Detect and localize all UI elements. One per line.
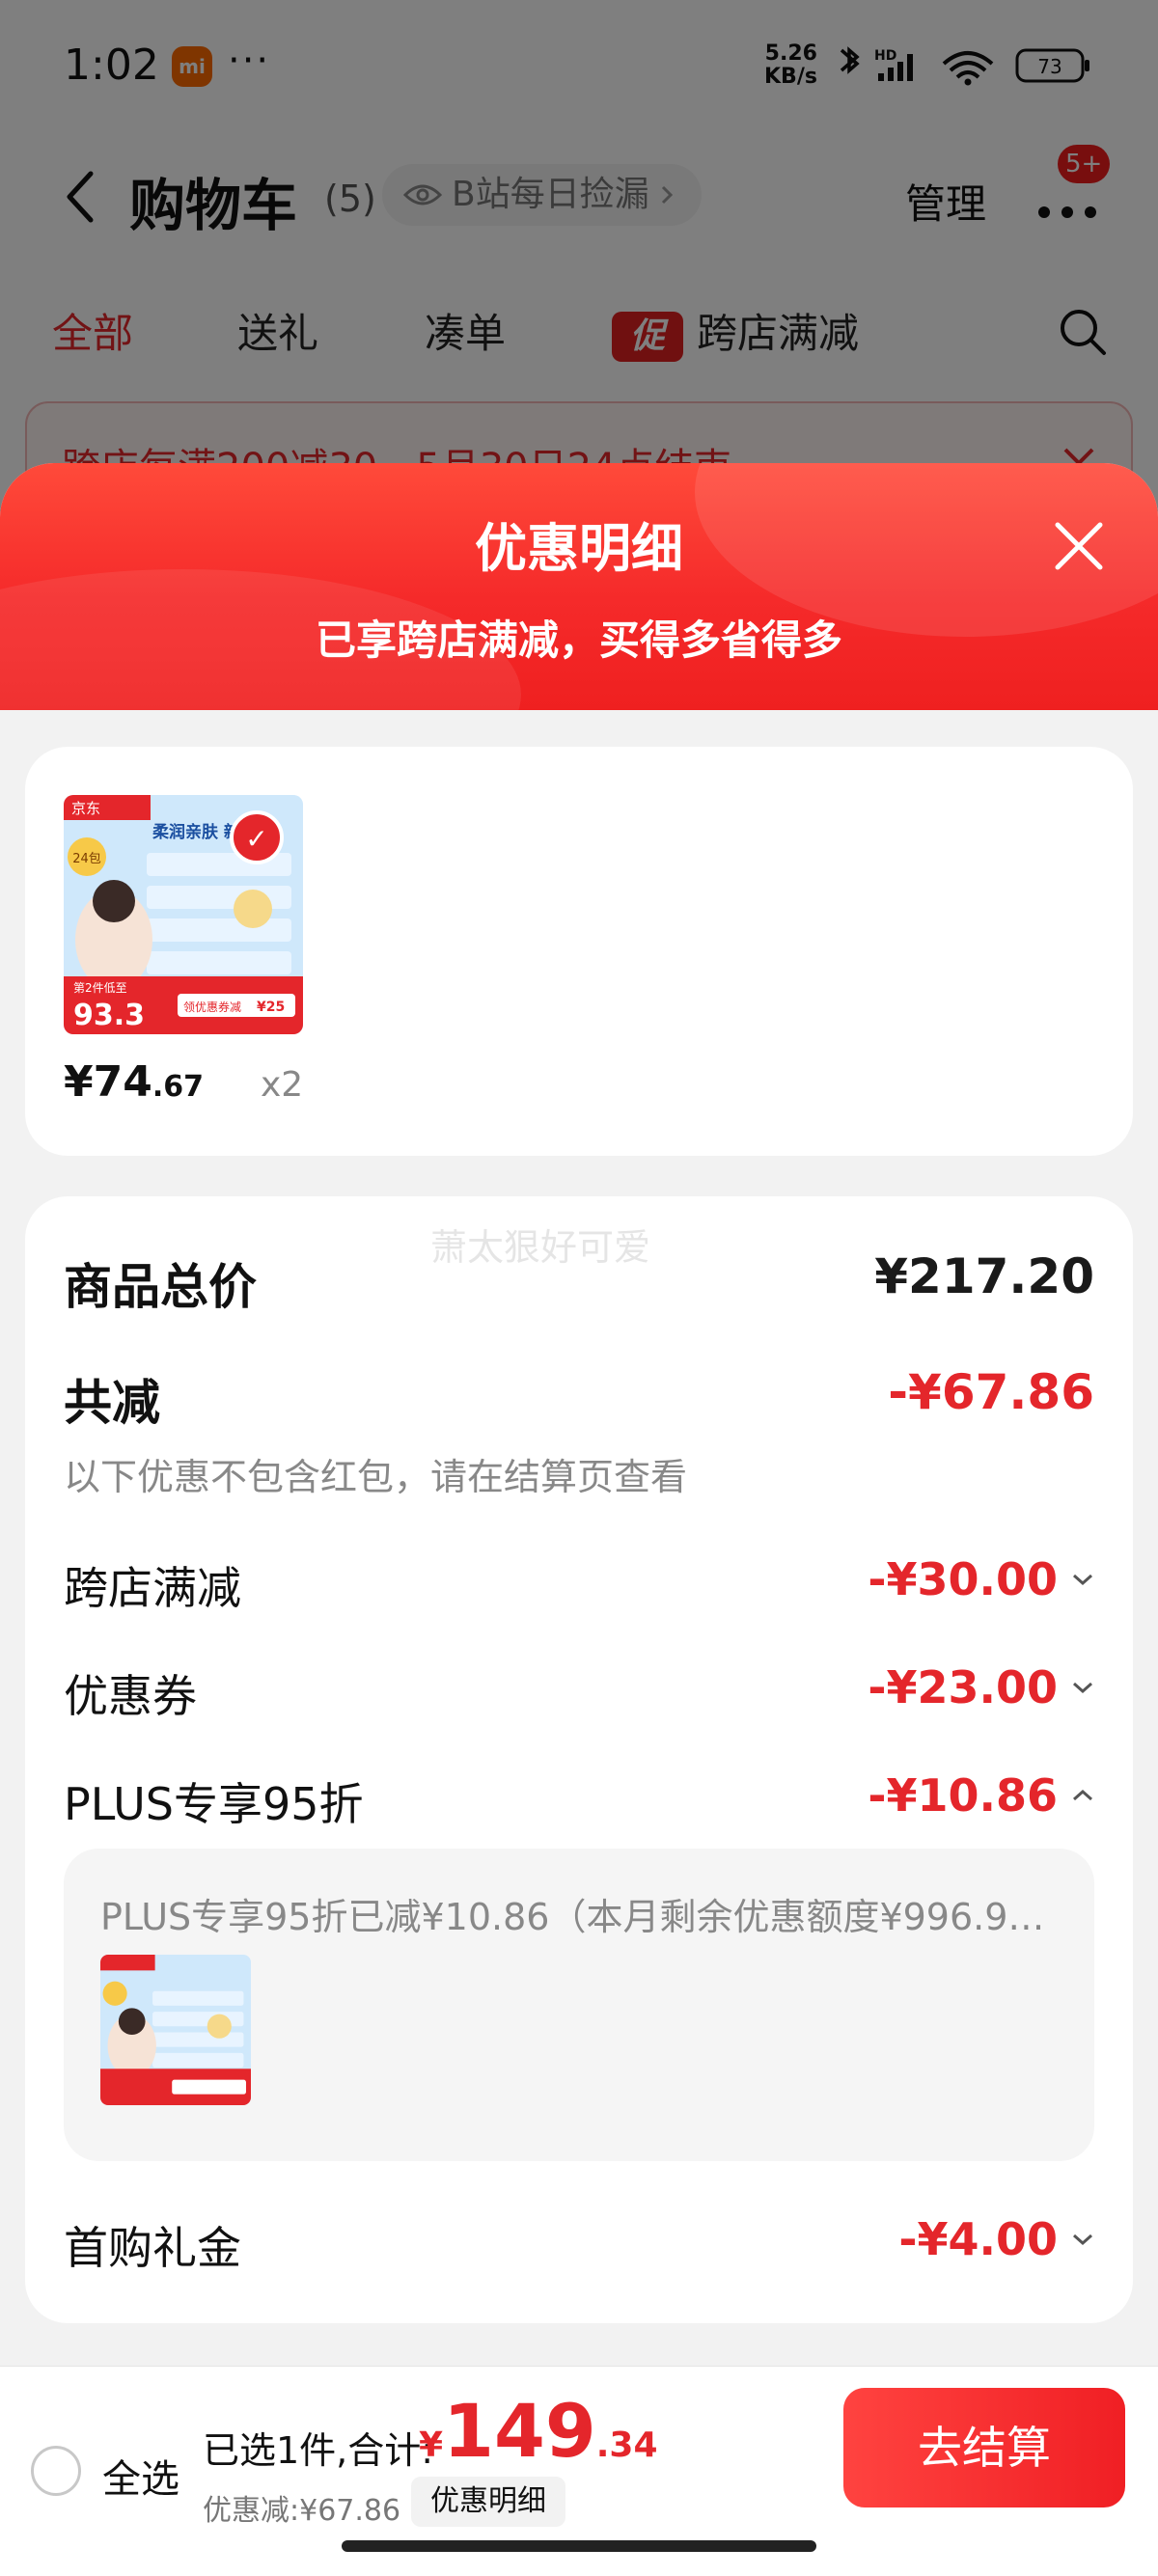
discount-amount: -¥23.00	[868, 1661, 1058, 1713]
discount-value: -¥10.86	[868, 1769, 1094, 1822]
total-amount: ¥149.34	[419, 2388, 658, 2474]
chevron-down-icon	[1073, 1574, 1092, 1586]
thumb-brand: 京东	[71, 800, 100, 817]
thumb-sale-label: 第2件低至	[73, 981, 127, 995]
discount-label: 跨店满减	[64, 1562, 241, 1614]
discount-label: 首购礼金	[64, 2222, 241, 2274]
check-icon: ✓	[245, 823, 267, 855]
discount-amount: -¥30.00	[868, 1553, 1058, 1605]
sheet-header: 优惠明细 已享跨店满减，买得多省得多	[0, 463, 1158, 710]
total-price-row: 商品总价 ¥217.20	[64, 1248, 1094, 1316]
tissue-product-image: 京东 柔润亲肤 新主 24包 第2件低至 93.3 领优惠券减 ¥25 ✓	[64, 795, 303, 1034]
total-price-label: 商品总价	[64, 1259, 257, 1315]
checkout-button[interactable]: 去结算	[843, 2388, 1125, 2507]
selected-info: 已选1件,合计:	[203, 2429, 434, 2472]
select-all-checkbox[interactable]	[31, 2446, 81, 2496]
sheet-title: 优惠明细	[475, 518, 683, 579]
discount-detail-sheet: 优惠明细 已享跨店满减，买得多省得多 京东 柔润亲肤 新主 24包 第2件低至 …	[0, 463, 1158, 2576]
modal-overlay[interactable]	[0, 0, 1158, 540]
plus-discount-detail: PLUS专享95折已减¥10.86（本月剩余优惠额度¥996.9…	[64, 1849, 1094, 2161]
thumb-pack: 24包	[72, 852, 101, 866]
product-card: 京东 柔润亲肤 新主 24包 第2件低至 93.3 领优惠券减 ¥25 ✓ ¥7…	[25, 747, 1133, 1156]
total-reduce-label: 共减	[64, 1375, 160, 1431]
discount-row-first-purchase[interactable]: 首购礼金 -¥4.00	[64, 2213, 1094, 2281]
discount-value: -¥30.00	[868, 1553, 1094, 1605]
sheet-subtitle: 已享跨店满减，买得多省得多	[315, 617, 842, 664]
home-indicator[interactable]	[342, 2540, 816, 2552]
saved-amount: 优惠减:¥67.86	[203, 2494, 401, 2528]
discount-amount: -¥10.86	[868, 1769, 1058, 1822]
product-price-dec: .67	[152, 1070, 205, 1104]
close-icon[interactable]	[1050, 517, 1108, 575]
discount-row-cross-store[interactable]: 跨店满减 -¥30.00	[64, 1553, 1094, 1621]
discount-row-coupon[interactable]: 优惠券 -¥23.00	[64, 1661, 1094, 1729]
product-quantity: x2	[261, 1065, 304, 1105]
product-thumbnail[interactable]: 京东 柔润亲肤 新主 24包 第2件低至 93.3 领优惠券减 ¥25 ✓	[64, 795, 303, 1034]
chevron-down-icon	[1073, 2233, 1092, 2246]
discount-detail-button[interactable]: 优惠明细	[411, 2477, 565, 2527]
chevron-up-icon	[1073, 1789, 1092, 1801]
checkout-bar: 全选 已选1件,合计: ¥149.34 优惠减:¥67.86 优惠明细 去结算	[0, 2366, 1158, 2576]
chevron-down-icon	[1073, 1682, 1092, 1694]
plus-product-thumbnail	[100, 1955, 251, 2105]
total-currency: ¥	[419, 2425, 444, 2465]
select-all-label[interactable]: 全选	[102, 2448, 179, 2504]
total-price-value: ¥217.20	[874, 1248, 1094, 1304]
product-price: ¥74.67	[64, 1057, 204, 1107]
tissue-product-image	[100, 1955, 251, 2105]
total-dec: .34	[595, 2425, 658, 2465]
discount-label: 优惠券	[64, 1670, 197, 1722]
discount-value: -¥4.00	[898, 2213, 1094, 2265]
plus-detail-text: PLUS专享95折已减¥10.86（本月剩余优惠额度¥996.9…	[100, 1896, 1045, 1938]
discount-row-plus[interactable]: PLUS专享95折 -¥10.86	[64, 1769, 1094, 1837]
discount-value: -¥23.00	[868, 1661, 1094, 1713]
discount-detail-card: 萧太狠好可爱 商品总价 ¥217.20 共减 -¥67.86 以下优惠不包含红包…	[25, 1196, 1133, 2323]
thumb-coupon: 领优惠券减	[183, 1000, 241, 1014]
total-reduce-value: -¥67.86	[888, 1364, 1094, 1420]
total-reduce-row: 共减 -¥67.86	[64, 1364, 1094, 1432]
discount-amount: -¥4.00	[898, 2213, 1058, 2265]
discount-note: 以下优惠不包含红包，请在结算页查看	[64, 1456, 688, 1498]
thumb-coupon-amount: ¥25	[257, 1000, 285, 1015]
discount-label: PLUS专享95折	[64, 1778, 364, 1830]
thumb-sale-price: 93.3	[73, 999, 145, 1032]
total-int: 149	[443, 2388, 596, 2474]
product-price-int: ¥74	[64, 1057, 152, 1107]
